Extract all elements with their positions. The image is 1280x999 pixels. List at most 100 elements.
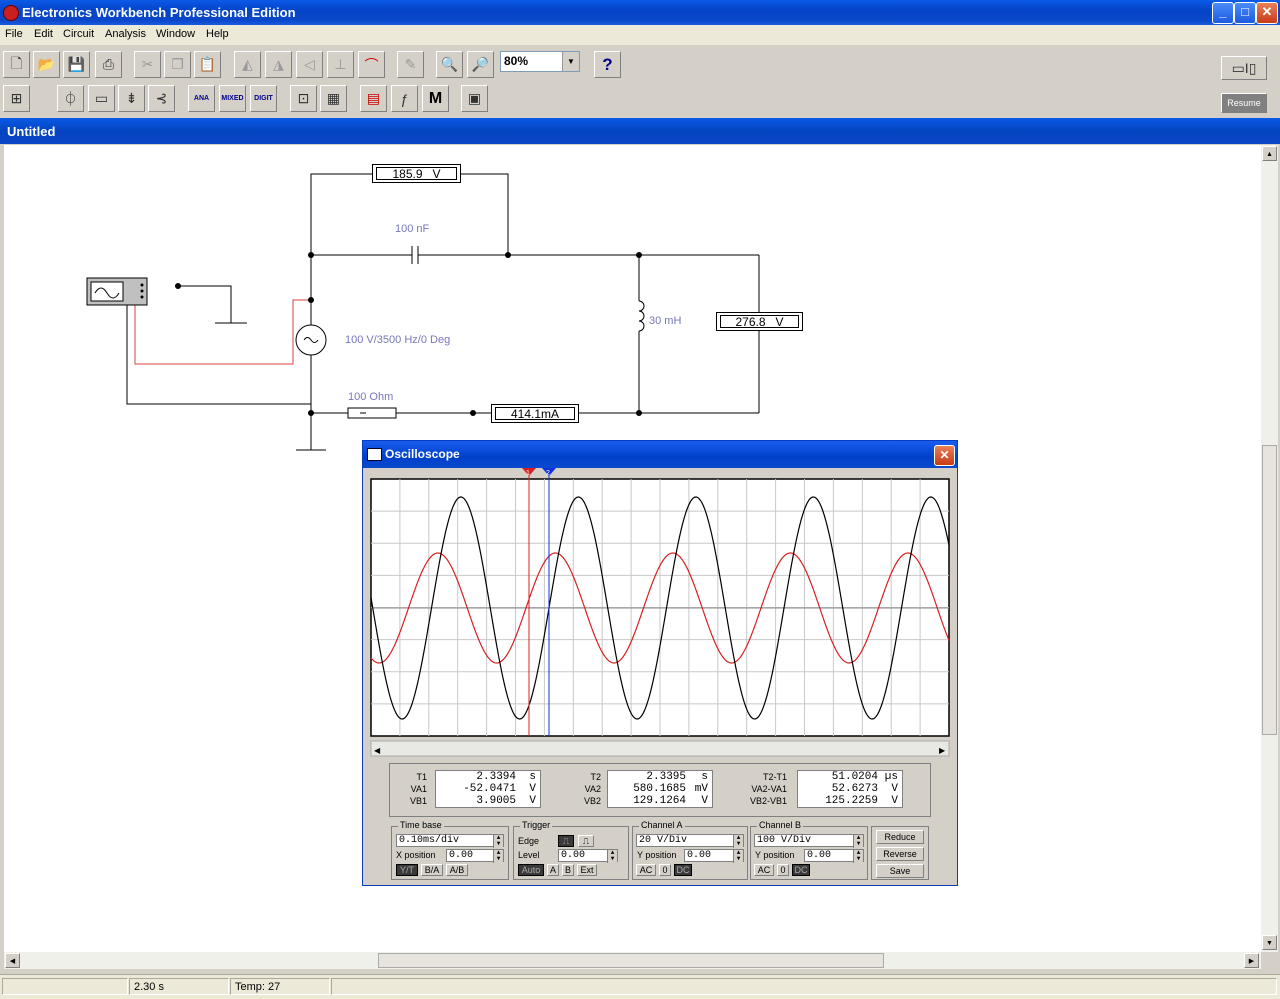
- component-properties-icon[interactable]: ⊥: [327, 51, 354, 78]
- save-icon[interactable]: 💾: [63, 51, 90, 78]
- minimize-button[interactable]: _: [1212, 2, 1234, 24]
- mixed-ics-bin[interactable]: MIXED: [219, 85, 246, 112]
- scroll-left-icon[interactable]: ◀: [5, 953, 20, 968]
- sources-bin-icon[interactable]: ⏀: [57, 85, 84, 112]
- channel-b-ypos[interactable]: 0.00 ▲ ▼: [804, 849, 864, 863]
- indicators-bin-icon[interactable]: ▤: [360, 85, 387, 112]
- flip-vertical-icon[interactable]: ◁: [296, 51, 323, 78]
- favorites-bin-icon[interactable]: ⊞: [3, 85, 30, 112]
- spinner-icon[interactable]: ▲ ▼: [733, 835, 743, 848]
- controls-bin-icon[interactable]: ƒ: [391, 85, 418, 112]
- basic-bin-icon[interactable]: ▭: [88, 85, 115, 112]
- scope-scroll-right-icon[interactable]: ▶: [939, 746, 946, 755]
- channel-b-dc-button[interactable]: DC: [792, 864, 810, 876]
- zoom-in-icon[interactable]: 🔎: [467, 51, 494, 78]
- menu-circuit[interactable]: Circuit: [63, 28, 94, 40]
- voltmeter-right[interactable]: 276.8 V: [716, 312, 803, 331]
- vertical-scrollbar[interactable]: ▲ ▼: [1261, 145, 1278, 952]
- spinner-icon[interactable]: ▲ ▼: [853, 850, 863, 863]
- misc-bin[interactable]: M: [422, 85, 449, 112]
- flip-horizontal-icon[interactable]: ◮: [265, 51, 292, 78]
- rotate-icon[interactable]: ◭: [234, 51, 261, 78]
- analog-ics-bin[interactable]: ANA: [188, 85, 215, 112]
- oscilloscope-close-icon[interactable]: ✕: [934, 445, 955, 466]
- channel-a-dc-button[interactable]: DC: [674, 864, 692, 876]
- inductor-label: 30 mH: [649, 315, 682, 327]
- close-button[interactable]: ✕: [1256, 2, 1278, 24]
- scope-scrollbar[interactable]: [370, 740, 950, 757]
- digital-bin-icon[interactable]: ▦: [320, 85, 347, 112]
- channel-b-ac-button[interactable]: AC: [754, 864, 774, 876]
- power-switch-icon[interactable]: ▭I▯: [1221, 56, 1267, 80]
- channel-b-scale[interactable]: 100 V/Div ▲ ▼: [754, 834, 864, 848]
- menu-window[interactable]: Window: [156, 28, 195, 40]
- vertical-scroll-thumb[interactable]: [1262, 445, 1277, 735]
- cut-icon[interactable]: ✂: [134, 51, 161, 78]
- spinner-icon[interactable]: ▲ ▼: [733, 850, 743, 863]
- menu-help[interactable]: Help: [206, 28, 229, 40]
- channel-a-ac-button[interactable]: AC: [636, 864, 656, 876]
- timebase-field[interactable]: 0.10ms/div ▲ ▼: [396, 834, 504, 848]
- xpos-field[interactable]: 0.00 ▲ ▼: [446, 849, 504, 863]
- capacitor-label: 100 nF: [395, 223, 430, 235]
- paste-icon[interactable]: 📋: [194, 51, 221, 78]
- channel-a-scale[interactable]: 20 V/Div ▲ ▼: [636, 834, 744, 848]
- save-button[interactable]: Save: [876, 864, 924, 878]
- resume-button[interactable]: Resume: [1221, 93, 1267, 113]
- spinner-icon[interactable]: ▲ ▼: [493, 835, 503, 848]
- scope-scroll-left-icon[interactable]: ◀: [374, 746, 381, 755]
- help-button[interactable]: ?: [594, 51, 621, 78]
- menu-edit[interactable]: Edit: [34, 28, 53, 40]
- falling-edge-icon[interactable]: ⎍: [578, 835, 594, 847]
- ba-button[interactable]: B/A: [421, 864, 443, 876]
- print-icon[interactable]: ⎙: [95, 51, 122, 78]
- t2-label: T2: [590, 772, 601, 782]
- source-label: 100 V/3500 Hz/0 Deg: [345, 334, 451, 346]
- new-file-icon[interactable]: 🗋: [3, 51, 30, 78]
- channel-b-header: Channel B: [757, 820, 804, 830]
- trigger-b-button[interactable]: B: [562, 864, 574, 876]
- scroll-right-icon[interactable]: ▶: [1244, 953, 1259, 968]
- scope-buttons-panel: Reduce Reverse Save: [871, 826, 929, 880]
- instruments-bin-icon[interactable]: ▣: [461, 85, 488, 112]
- voltmeter-top[interactable]: 185.9 V: [372, 164, 461, 183]
- va1-label: VA1: [410, 784, 427, 794]
- rising-edge-icon[interactable]: ⎍: [558, 835, 574, 847]
- analysis-graphs-icon[interactable]: ⌒: [358, 51, 385, 78]
- function-generator[interactable]: [86, 277, 148, 306]
- trigger-ext-button[interactable]: Ext: [577, 864, 597, 876]
- reduce-button[interactable]: Reduce: [876, 830, 924, 844]
- channel-a-ypos[interactable]: 0.00 ▲ ▼: [684, 849, 744, 863]
- menu-file[interactable]: File: [5, 28, 23, 40]
- yt-button[interactable]: Y/T: [396, 864, 418, 876]
- level-field[interactable]: 0.00 ▲ ▼: [558, 849, 618, 863]
- create-subcircuit-icon[interactable]: ✎: [397, 51, 424, 78]
- logic-gates-bin-icon[interactable]: ⊡: [290, 85, 317, 112]
- channel-b-zero-button[interactable]: 0: [777, 864, 789, 876]
- timebase-header: Time base: [398, 820, 444, 830]
- scroll-down-icon[interactable]: ▼: [1262, 935, 1277, 950]
- edge-label: Edge: [518, 836, 540, 846]
- spinner-icon[interactable]: ▲ ▼: [493, 850, 503, 863]
- channel-a-zero-button[interactable]: 0: [659, 864, 671, 876]
- spinner-icon[interactable]: ▲ ▼: [853, 835, 863, 848]
- diodes-bin-icon[interactable]: ⇟: [118, 85, 145, 112]
- copy-icon[interactable]: ❐: [164, 51, 191, 78]
- trigger-auto-button[interactable]: Auto: [518, 864, 544, 876]
- maximize-button[interactable]: □: [1234, 2, 1256, 24]
- scroll-up-icon[interactable]: ▲: [1262, 146, 1277, 161]
- ab-button[interactable]: A/B: [446, 864, 468, 876]
- horizontal-scroll-thumb[interactable]: [378, 953, 884, 968]
- trigger-a-button[interactable]: A: [547, 864, 559, 876]
- menu-analysis[interactable]: Analysis: [105, 28, 146, 40]
- spinner-icon[interactable]: ▲ ▼: [607, 850, 617, 863]
- zoom-out-icon[interactable]: 🔍: [436, 51, 463, 78]
- ammeter[interactable]: 414.1mA: [491, 404, 579, 423]
- reverse-button[interactable]: Reverse: [876, 847, 924, 861]
- oscilloscope-screen[interactable]: 1 2 ◀ ▶: [363, 468, 957, 758]
- open-folder-icon[interactable]: 📂: [33, 51, 60, 78]
- zoom-select[interactable]: 80% ▼: [500, 51, 580, 72]
- digital-ics-bin[interactable]: DIGIT: [250, 85, 277, 112]
- transistors-bin-icon[interactable]: ⊰: [148, 85, 175, 112]
- horizontal-scrollbar[interactable]: ◀ ▶: [4, 952, 1261, 969]
